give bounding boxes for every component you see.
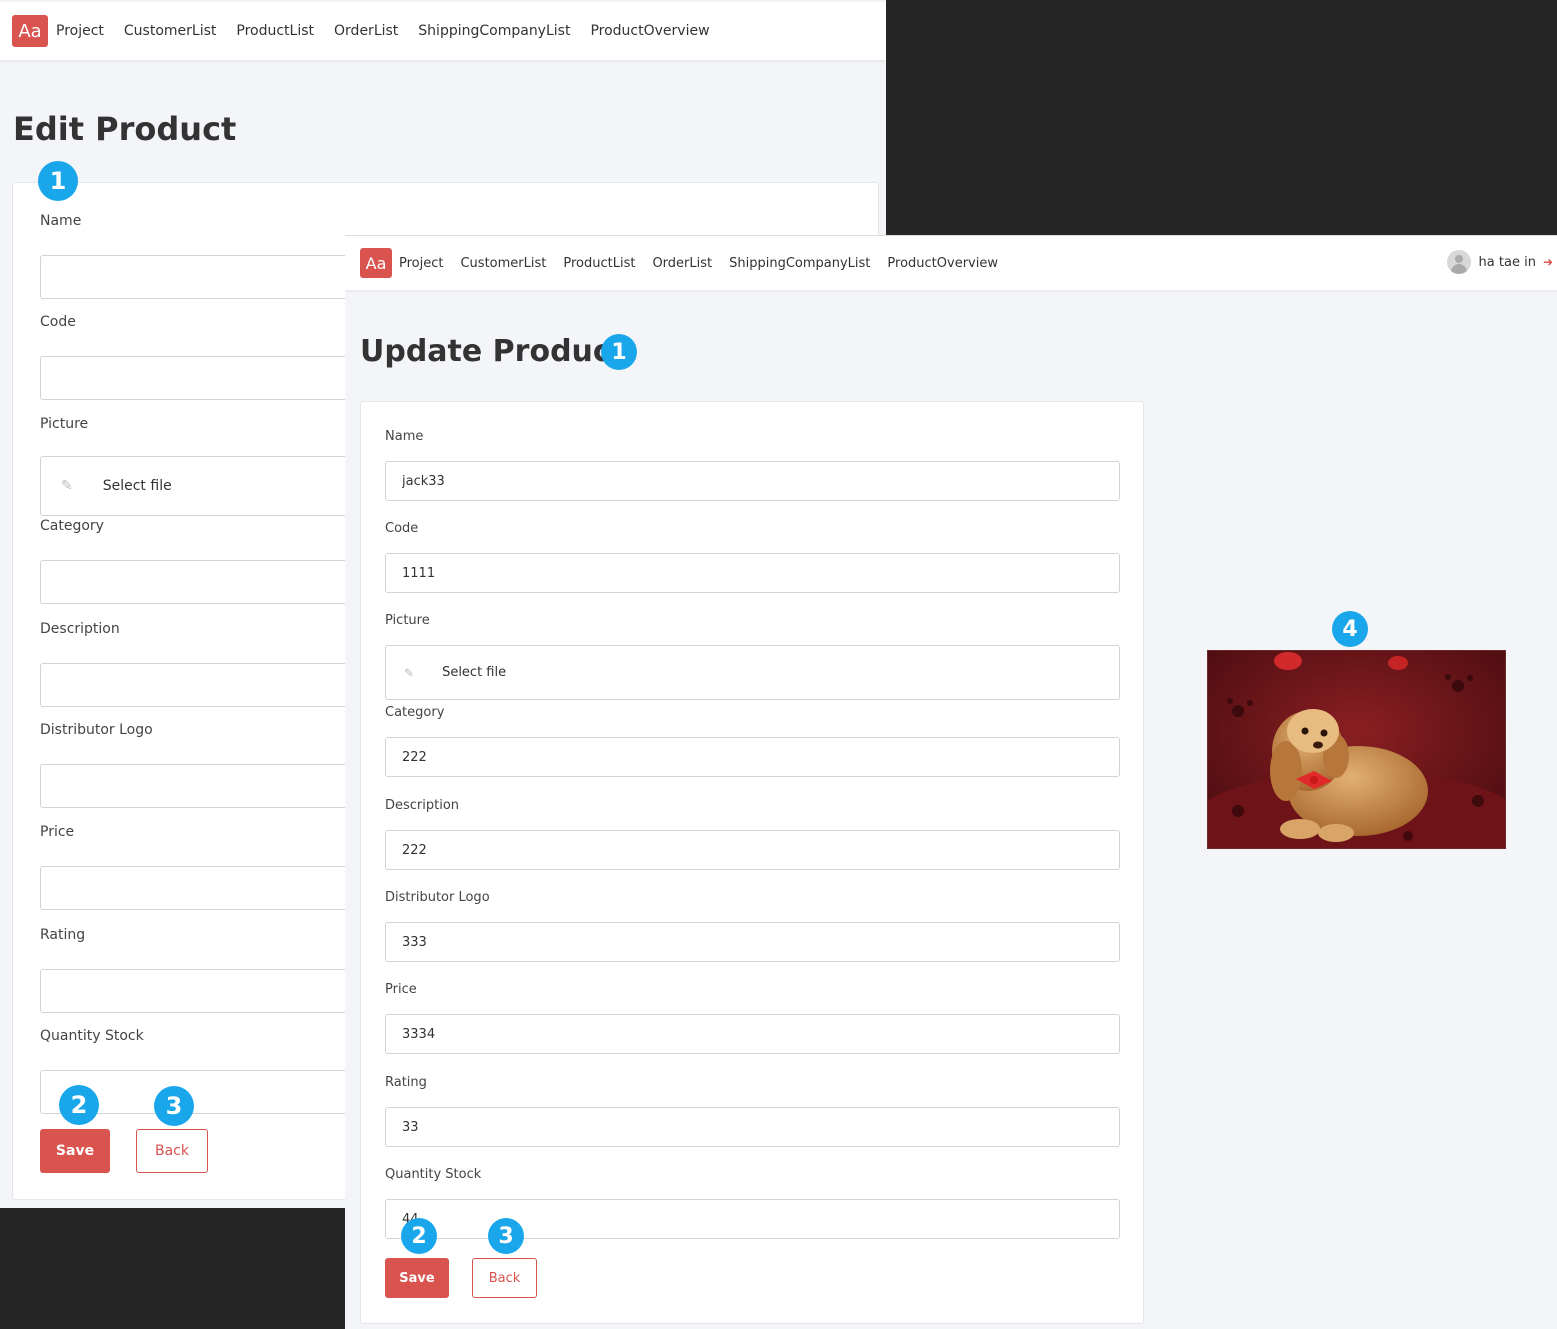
update-product-form: Name Code Picture ✎ Select file Category… [360, 401, 1144, 1324]
name-label: Name [385, 429, 424, 444]
distributor-logo-input[interactable] [385, 922, 1120, 962]
category-input[interactable] [385, 737, 1120, 777]
nav-link-product-overview[interactable]: ProductOverview [887, 256, 998, 271]
name-input[interactable] [385, 461, 1120, 501]
user-menu[interactable]: ha tae in ➜ [1446, 250, 1553, 274]
picture-label: Picture [385, 613, 430, 628]
avatar[interactable] [1446, 250, 1471, 274]
category-field-group: Category [385, 705, 1120, 777]
top-navbar: Aa Project CustomerList ProductList Orde… [345, 236, 1557, 290]
code-label: Code [385, 521, 419, 536]
picture-file-picker[interactable]: ✎ Select file [385, 645, 1120, 700]
distributor-logo-label: Distributor Logo [385, 890, 490, 905]
code-field-group: Code [385, 521, 1120, 593]
nav-link-customer-list[interactable]: CustomerList [460, 256, 546, 271]
poodle-photo-image [1208, 651, 1505, 848]
product-picture-preview [1207, 650, 1506, 849]
name-field-group: Name [385, 429, 1120, 501]
description-label: Description [385, 798, 460, 813]
nav-link-product-list[interactable]: ProductList [236, 23, 314, 39]
category-label: Category [385, 705, 445, 720]
annotation-marker-1: 1 [601, 334, 637, 370]
nav-link-shipping-company-list[interactable]: ShippingCompanyList [729, 256, 870, 271]
nav-link-product-list[interactable]: ProductList [563, 256, 635, 271]
back-button[interactable]: Back [136, 1129, 208, 1173]
user-name[interactable]: ha tae in [1479, 255, 1536, 270]
nav-link-product-overview[interactable]: ProductOverview [590, 23, 709, 39]
back-button[interactable]: Back [472, 1258, 537, 1298]
logout-icon[interactable]: ➜ [1543, 255, 1553, 269]
rating-field-group: Rating [385, 1075, 1120, 1147]
nav-link-project[interactable]: Project [399, 256, 443, 271]
nav-link-shipping-company-list[interactable]: ShippingCompanyList [418, 23, 570, 39]
description-field-group: Description [385, 798, 1120, 870]
picture-field-group: Picture ✎ Select file [385, 613, 1120, 700]
page-title: Update Product [360, 334, 626, 369]
quantity-stock-label: Quantity Stock [385, 1167, 482, 1182]
nav-link-customer-list[interactable]: CustomerList [124, 23, 216, 39]
nav-link-order-list[interactable]: OrderList [652, 256, 712, 271]
price-label: Price [385, 982, 417, 997]
annotation-marker-3: 3 [154, 1086, 194, 1126]
code-input[interactable] [385, 553, 1120, 593]
distributor-logo-field-group: Distributor Logo [385, 890, 1120, 962]
paperclip-icon: ✎ [404, 665, 415, 680]
description-input[interactable] [385, 830, 1120, 870]
top-navbar: Aa Project CustomerList ProductList Orde… [0, 2, 886, 60]
annotation-marker-1: 1 [38, 161, 78, 201]
update-product-screen: Aa Project CustomerList ProductList Orde… [345, 235, 1557, 1329]
app-logo[interactable]: Aa [12, 15, 48, 47]
annotation-marker-2: 2 [401, 1218, 437, 1254]
save-button[interactable]: Save [385, 1258, 449, 1298]
select-file-label: Select file [442, 665, 507, 680]
paperclip-icon: ✎ [61, 478, 73, 494]
select-file-label: Select file [102, 478, 172, 494]
annotation-marker-3: 3 [488, 1218, 524, 1254]
annotation-marker-4: 4 [1332, 611, 1368, 647]
rating-input[interactable] [385, 1107, 1120, 1147]
nav-link-order-list[interactable]: OrderList [334, 23, 398, 39]
app-logo[interactable]: Aa [360, 248, 392, 278]
nav-link-project[interactable]: Project [56, 23, 104, 39]
page-title: Edit Product [13, 110, 237, 148]
price-field-group: Price [385, 982, 1120, 1054]
rating-label: Rating [385, 1075, 427, 1090]
save-button[interactable]: Save [40, 1129, 110, 1173]
price-input[interactable] [385, 1014, 1120, 1054]
annotation-marker-2: 2 [59, 1085, 99, 1125]
